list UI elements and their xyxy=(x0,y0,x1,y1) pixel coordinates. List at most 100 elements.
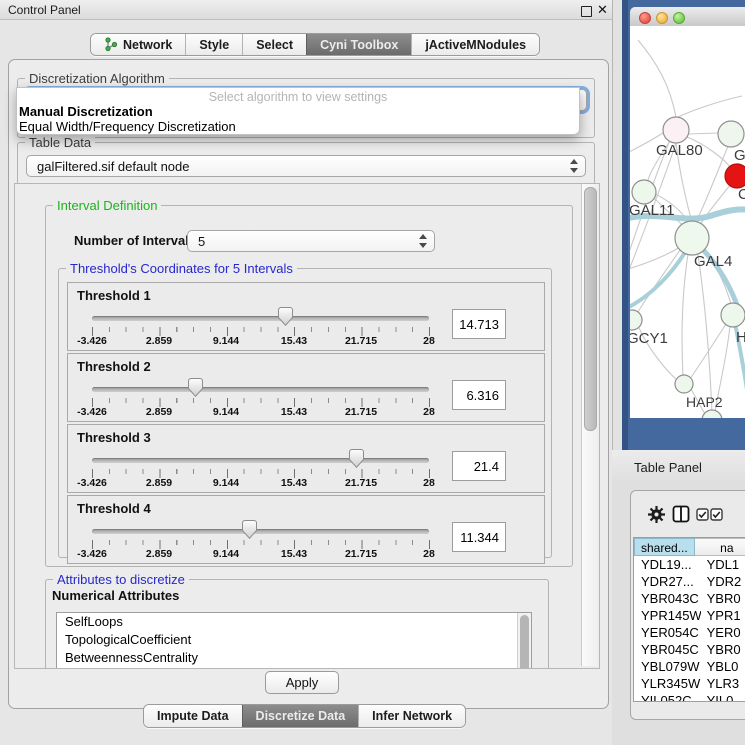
tab-discretize-data-label: Discretize Data xyxy=(256,709,346,723)
table-row[interactable]: YBL079WYBL0 xyxy=(634,658,745,675)
cell[interactable]: YBL079W xyxy=(634,658,701,675)
node-label-partial-right-mid: H xyxy=(736,329,745,346)
tab-style[interactable]: Style xyxy=(185,34,242,55)
cell[interactable]: YDL1 xyxy=(701,556,745,573)
apply-button[interactable]: Apply xyxy=(265,671,339,694)
node-gcy1[interactable] xyxy=(630,310,642,330)
tab-discretize-data[interactable]: Discretize Data xyxy=(242,705,359,727)
tab-jactivemnodules-label: jActiveMNodules xyxy=(425,38,526,52)
zoom-traffic-light-icon[interactable] xyxy=(673,12,685,24)
threshold-4-value-field[interactable] xyxy=(452,522,506,552)
network-canvas[interactable]: GAL80 GA C GAL11 GAL4 GCY1 H HAP2 xyxy=(630,26,745,418)
tick-label: 9.144 xyxy=(213,406,239,418)
tab-jactivemnodules[interactable]: jActiveMNodules xyxy=(411,34,539,55)
tick-label: -3.426 xyxy=(77,477,107,489)
threshold-1-slider-track[interactable] xyxy=(92,316,429,321)
cell[interactable]: YBR0 xyxy=(701,590,745,607)
list-item[interactable]: BetweennessCentrality xyxy=(57,649,531,667)
node-label-gal11: GAL11 xyxy=(630,202,675,219)
tab-cyni-toolbox[interactable]: Cyni Toolbox xyxy=(306,34,411,55)
scrollbar-thumb[interactable] xyxy=(584,187,597,431)
checkbox-icon[interactable] xyxy=(710,508,723,521)
node-gal80[interactable] xyxy=(663,117,689,143)
cell[interactable]: YBR043C xyxy=(634,590,701,607)
popup-item-equal-width[interactable]: Equal Width/Frequency Discretization xyxy=(19,119,236,134)
tab-network-label: Network xyxy=(123,38,172,52)
cell[interactable]: YBR045C xyxy=(634,641,701,658)
split-columns-icon[interactable] xyxy=(672,505,690,523)
interval-definition-title: Interval Definition xyxy=(53,198,161,213)
discretization-algorithm-title: Discretization Algorithm xyxy=(25,71,169,86)
threshold-3-value-field[interactable] xyxy=(452,451,506,481)
minimize-traffic-light-icon[interactable] xyxy=(656,12,668,24)
cell[interactable]: YER0 xyxy=(701,624,745,641)
table-row[interactable]: YER054CYER0 xyxy=(634,624,745,641)
control-panel-titlebar[interactable]: Control Panel ✕ xyxy=(0,0,612,20)
node-bottom-partial[interactable] xyxy=(702,410,722,418)
close-icon[interactable]: ✕ xyxy=(597,2,608,18)
attributes-list-scrollbar[interactable] xyxy=(517,613,531,669)
scrollbar-thumb[interactable] xyxy=(520,615,529,669)
checkbox-icon[interactable] xyxy=(696,508,709,521)
tab-network[interactable]: Network xyxy=(91,34,185,55)
network-icon xyxy=(104,37,118,52)
column-header-shared[interactable]: shared... xyxy=(634,538,695,556)
node-hap2[interactable] xyxy=(675,375,693,393)
popup-placeholder-item[interactable]: Select algorithm to view settings xyxy=(17,90,579,104)
list-item[interactable]: SelfLoops xyxy=(57,613,531,631)
tab-select[interactable]: Select xyxy=(242,34,306,55)
table-row[interactable]: YDL19...YDL1 xyxy=(634,556,745,573)
close-traffic-light-icon[interactable] xyxy=(639,12,651,24)
cell[interactable]: YBL0 xyxy=(701,658,745,675)
threshold-4-slider-thumb[interactable] xyxy=(242,520,257,539)
threshold-2-value-field[interactable] xyxy=(452,380,506,410)
node-label-partial-red: C xyxy=(738,186,745,203)
cell[interactable]: YBR0 xyxy=(701,641,745,658)
table-header-row: shared... na xyxy=(634,538,745,556)
list-item[interactable]: TopologicalCoefficient xyxy=(57,631,531,649)
cell[interactable]: YLR345W xyxy=(634,675,701,692)
threshold-1-value-field[interactable] xyxy=(452,309,506,339)
tab-impute-data[interactable]: Impute Data xyxy=(144,705,242,727)
tab-infer-network[interactable]: Infer Network xyxy=(358,705,465,727)
network-window-titlebar[interactable] xyxy=(630,7,745,27)
slider-major-ticks xyxy=(92,469,430,478)
node-right-top[interactable] xyxy=(718,121,744,147)
column-header-name[interactable]: na xyxy=(695,538,745,556)
threshold-2-slider-track[interactable] xyxy=(92,387,429,392)
cell[interactable]: YLR3 xyxy=(701,675,745,692)
numerical-attributes-list[interactable]: SelfLoops TopologicalCoefficient Between… xyxy=(56,612,532,669)
cell[interactable]: YDR2 xyxy=(701,573,745,590)
table-row[interactable]: YPR145WYPR1 xyxy=(634,607,745,624)
cell[interactable]: YDL19... xyxy=(634,556,701,573)
popup-item-manual-discretization[interactable]: Manual Discretization xyxy=(19,104,153,119)
threshold-3-slider-thumb[interactable] xyxy=(349,449,364,468)
threshold-4-slider-track[interactable] xyxy=(92,529,429,534)
node-gal4[interactable] xyxy=(675,221,709,255)
tick-label: 28 xyxy=(423,406,435,418)
float-window-icon[interactable] xyxy=(581,6,592,17)
node-right-mid[interactable] xyxy=(721,303,745,327)
threshold-3-slider-track[interactable] xyxy=(92,458,429,463)
table-data-combobox[interactable]: galFiltered.sif default node xyxy=(26,155,586,177)
tick-label: 28 xyxy=(423,335,435,347)
cell[interactable]: YER054C xyxy=(634,624,701,641)
cell[interactable]: YDR27... xyxy=(634,573,701,590)
table-row[interactable]: YBR043CYBR0 xyxy=(634,590,745,607)
threshold-2-slider-thumb[interactable] xyxy=(188,378,203,397)
apply-button-label: Apply xyxy=(286,675,319,690)
gear-icon[interactable] xyxy=(647,505,666,524)
threshold-1-slider-thumb[interactable] xyxy=(278,307,293,326)
number-of-intervals-combobox[interactable]: 5 xyxy=(187,230,435,252)
table-row[interactable]: YLR345WYLR3 xyxy=(634,675,745,692)
cell[interactable]: YPR145W xyxy=(634,607,701,624)
threshold-2-label: Threshold 2 xyxy=(77,359,151,374)
attributes-group: Attributes to discretize Numerical Attri… xyxy=(45,579,549,669)
table-panel-header[interactable]: Table Panel xyxy=(612,450,745,485)
panel-scrollbar[interactable] xyxy=(581,184,598,666)
node-gal11[interactable] xyxy=(632,180,656,204)
table-row[interactable]: YBR045CYBR0 xyxy=(634,641,745,658)
node-highlighted-red[interactable] xyxy=(725,164,745,188)
cell[interactable]: YPR1 xyxy=(701,607,745,624)
table-row[interactable]: YDR27...YDR2 xyxy=(634,573,745,590)
